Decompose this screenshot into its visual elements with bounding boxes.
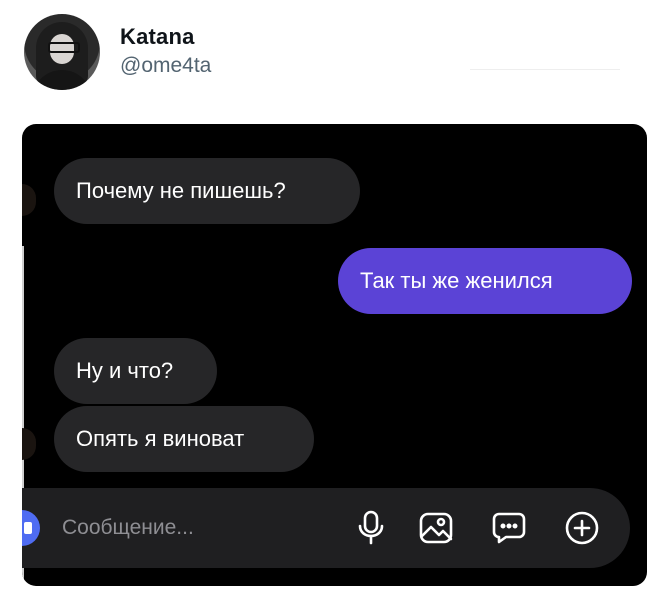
message-text: Почему не пишешь? bbox=[76, 178, 286, 203]
sender-avatar-icon bbox=[22, 184, 36, 216]
message-text: Опять я виноват bbox=[76, 426, 245, 451]
sender-avatar-icon bbox=[22, 428, 36, 460]
image-icon[interactable] bbox=[416, 508, 456, 548]
user-handle[interactable]: @ome4ta bbox=[120, 52, 211, 80]
message-composer bbox=[22, 488, 630, 568]
message-text: Ну и что? bbox=[76, 358, 174, 383]
message-text: Так ты же женился bbox=[360, 268, 553, 293]
post-header: Katana @ome4ta bbox=[24, 14, 211, 90]
camera-icon[interactable] bbox=[22, 510, 40, 546]
message-input[interactable] bbox=[62, 512, 312, 544]
display-name[interactable]: Katana bbox=[120, 24, 211, 50]
tweet-page: Katana @ome4ta Почему не пишешь? Так ты … bbox=[0, 0, 647, 600]
message-bubble-incoming[interactable]: Опять я виноват bbox=[54, 406, 314, 472]
add-icon[interactable] bbox=[562, 508, 602, 548]
chat-screenshot: Почему не пишешь? Так ты же женился Ну и… bbox=[22, 124, 647, 586]
message-bubble-outgoing[interactable]: Так ты же женился bbox=[338, 248, 632, 314]
sticker-icon[interactable] bbox=[489, 508, 529, 548]
message-bubble-incoming[interactable]: Почему не пишешь? bbox=[54, 158, 360, 224]
avatar-glasses bbox=[48, 42, 80, 53]
message-bubble-incoming[interactable]: Ну и что? bbox=[54, 338, 217, 404]
avatar[interactable] bbox=[24, 14, 100, 90]
author-names: Katana @ome4ta bbox=[120, 24, 211, 80]
divider bbox=[470, 69, 620, 70]
microphone-icon[interactable] bbox=[351, 508, 391, 548]
